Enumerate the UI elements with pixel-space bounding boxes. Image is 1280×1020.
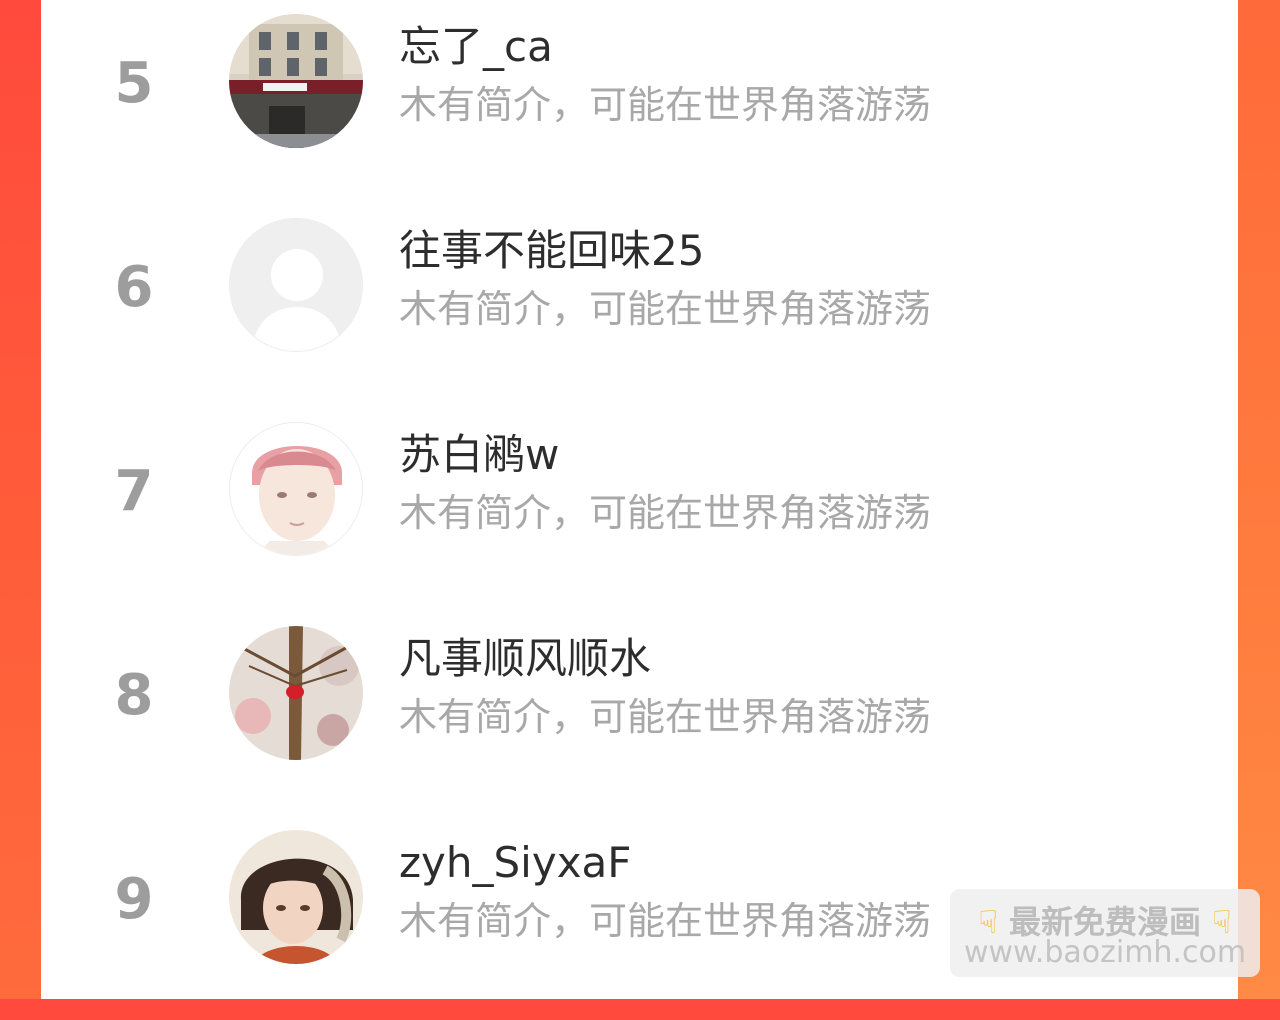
site-watermark: ☟ 最新免费漫画 ☟ www.baozimh.com — [950, 889, 1260, 977]
list-item[interactable]: 8 凡事顺风顺水 木有简介，可能在世界角落游荡 — [41, 612, 1238, 816]
right-gradient-border — [1238, 0, 1280, 999]
username[interactable]: 凡事顺风顺水 — [399, 634, 651, 684]
user-avatar[interactable] — [229, 830, 363, 964]
list-item[interactable]: 7 苏白鹇w 木有简介，可能在世界角落游荡 — [41, 408, 1238, 612]
username[interactable]: 往事不能回味25 — [399, 226, 704, 276]
rank-number: 7 — [114, 459, 154, 524]
user-bio: 木有简介，可能在世界角落游荡 — [399, 899, 932, 943]
username[interactable]: 苏白鹇w — [399, 430, 559, 480]
username[interactable]: 忘了_ca — [399, 22, 553, 72]
user-avatar[interactable] — [229, 422, 363, 556]
rank-number: 9 — [114, 867, 154, 932]
branch-photo-avatar — [229, 626, 363, 760]
user-bio: 木有简介，可能在世界角落游荡 — [399, 491, 932, 535]
user-bio: 木有简介，可能在世界角落游荡 — [399, 695, 932, 739]
watermark-url: www.baozimh.com — [963, 935, 1247, 970]
rank-number: 8 — [114, 663, 154, 728]
user-avatar[interactable] — [229, 626, 363, 760]
user-avatar[interactable] — [229, 14, 363, 148]
user-bio: 木有简介，可能在世界角落游荡 — [399, 83, 932, 127]
anime-boy-avatar — [230, 423, 362, 555]
anime-man-avatar — [229, 830, 363, 964]
list-item[interactable]: 5 忘了_ca 木有简介，可能在世界角落游荡 — [41, 0, 1238, 204]
building-photo-avatar — [229, 14, 363, 148]
list-item[interactable]: 6 往事不能回味25 木有简介，可能在世界角落游荡 — [41, 204, 1238, 408]
user-bio: 木有简介，可能在世界角落游荡 — [399, 287, 932, 331]
default-user-avatar — [230, 219, 362, 351]
user-avatar[interactable] — [229, 218, 363, 352]
rank-number: 5 — [114, 51, 154, 116]
username[interactable]: zyh_SiyxaF — [399, 838, 631, 888]
rank-number: 6 — [114, 255, 154, 320]
ranking-list-panel: 5 忘了_ca 木有简介，可能在世界角落游荡 6 往事不能回味25 木有简介，可… — [41, 0, 1238, 999]
